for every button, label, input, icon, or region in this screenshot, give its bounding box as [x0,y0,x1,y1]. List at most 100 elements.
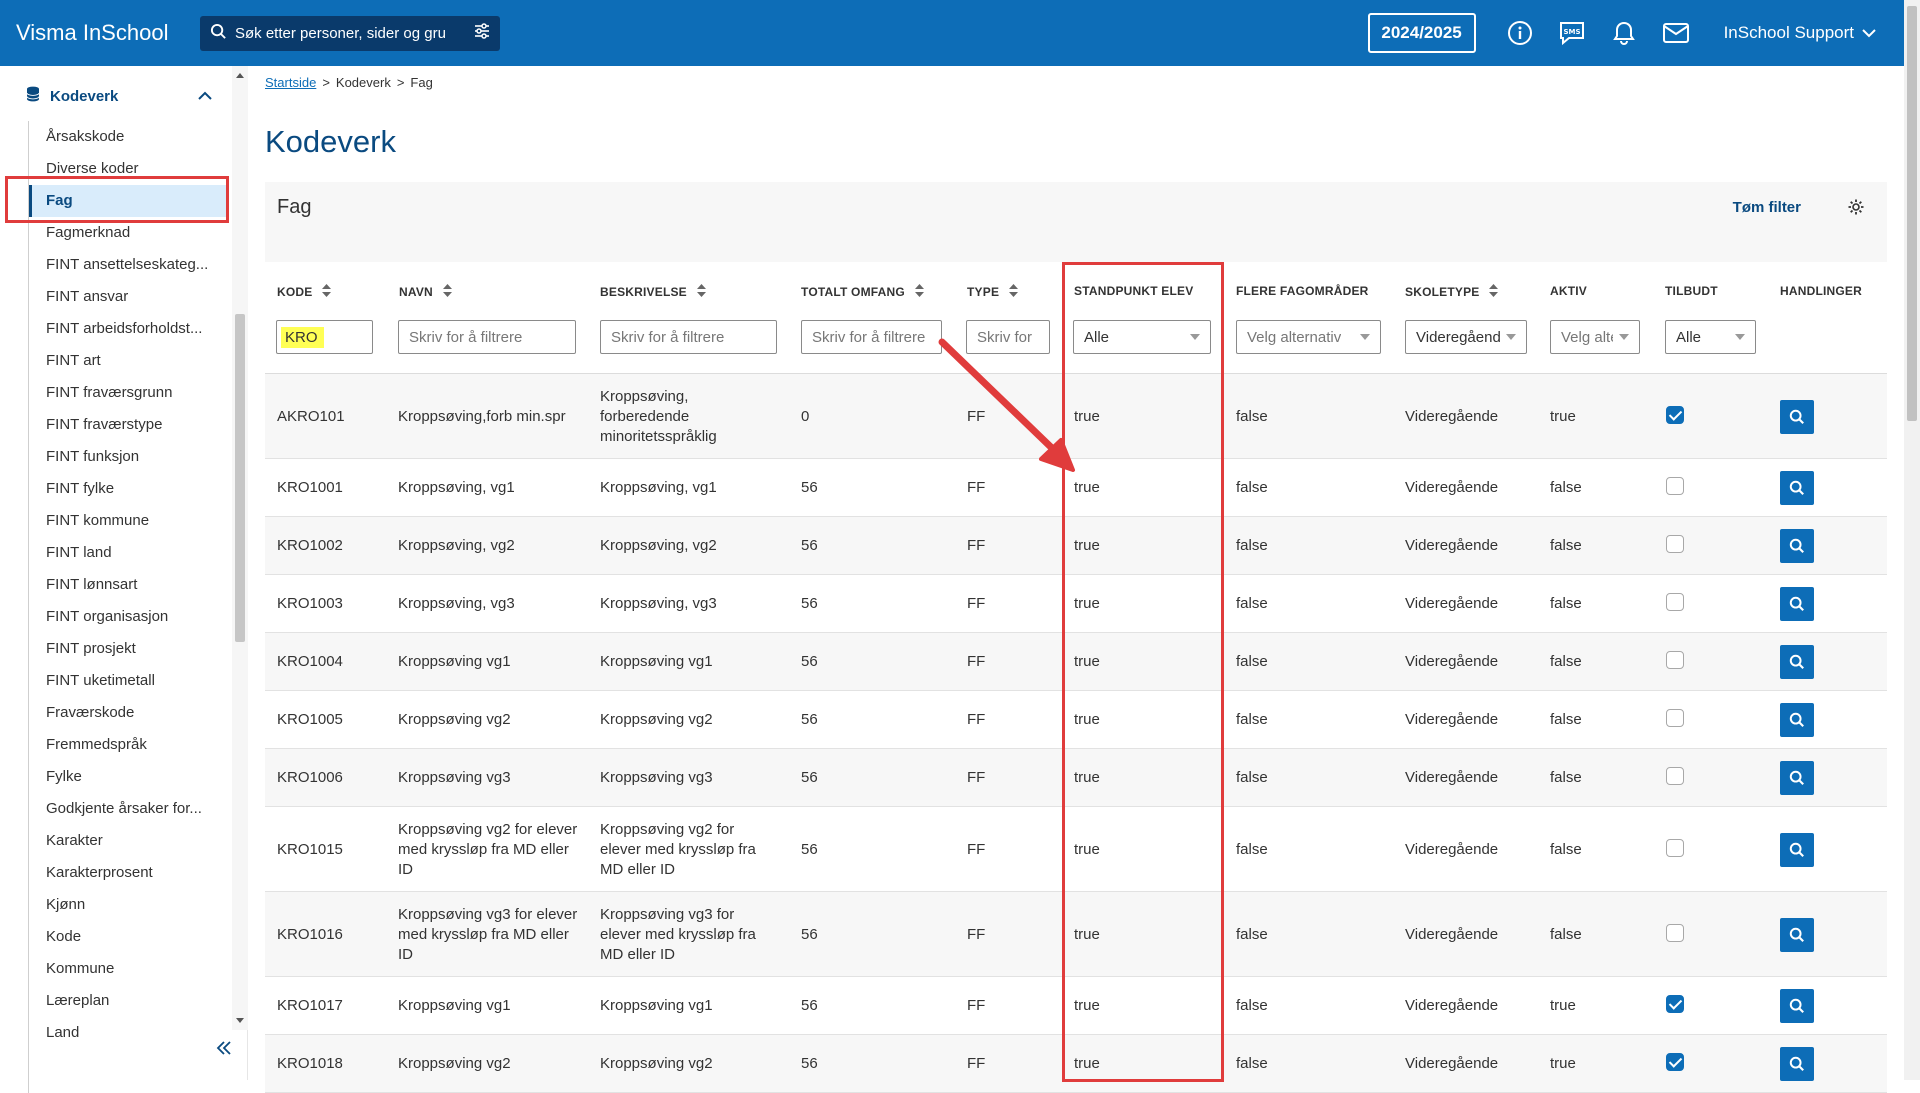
column-header-skoletype[interactable]: SKOLETYPE [1405,284,1499,300]
tilbudt-checkbox[interactable] [1666,651,1684,669]
sidebar-item[interactable]: Diverse koder [29,153,226,185]
sidebar-item[interactable]: Årsakskode [29,121,226,153]
view-details-button[interactable] [1780,703,1814,737]
view-details-button[interactable] [1780,400,1814,434]
gear-icon[interactable] [1847,198,1865,221]
sidebar-item[interactable]: FINT arbeidsforholdst... [29,313,226,345]
search-input[interactable]: Søk etter personer, sider og gru [235,25,474,42]
bell-icon[interactable] [1598,0,1650,66]
breadcrumb-kodeverk[interactable]: Kodeverk [336,75,391,90]
cell-skoletype: Videregående [1405,595,1499,612]
sidebar-item[interactable]: Karakterprosent [29,857,226,889]
sidebar-item[interactable]: Kommune [29,953,226,985]
sidebar-item[interactable]: Karakter [29,825,226,857]
sort-icon[interactable] [442,284,452,300]
column-header-omfang[interactable]: TOTALT OMFANG [801,284,924,300]
omfang-filter-input[interactable]: Skriv for å filtrere [801,320,942,354]
tilbudt-checkbox[interactable] [1666,924,1684,942]
sort-icon[interactable] [696,284,706,300]
tilbudt-filter-select[interactable]: Alle [1665,320,1756,354]
info-icon[interactable] [1494,0,1546,66]
tilbudt-checkbox[interactable] [1666,477,1684,495]
sidebar-item[interactable]: Fag [29,185,226,217]
mail-icon[interactable] [1650,0,1702,66]
page-scrollbar-thumb[interactable] [1907,6,1917,421]
sidebar-item[interactable]: FINT kommune [29,505,226,537]
view-details-button[interactable] [1780,1047,1814,1081]
sidebar-item[interactable]: Godkjente årsaker for... [29,793,226,825]
view-details-button[interactable] [1780,529,1814,563]
column-header-type[interactable]: TYPE [967,284,1019,300]
view-details-button[interactable] [1780,918,1814,952]
sidebar-item[interactable]: Fylke [29,761,226,793]
user-menu[interactable]: InSchool Support [1724,23,1876,43]
breadcrumb-home[interactable]: Startside [265,75,316,90]
school-year-button[interactable]: 2024/2025 [1367,13,1476,53]
sidebar-item[interactable]: FINT prosjekt [29,633,226,665]
tilbudt-checkbox[interactable] [1666,709,1684,727]
sort-icon[interactable] [1009,284,1019,300]
clear-filter-link[interactable]: Tøm filter [1733,199,1801,216]
column-header-kode[interactable]: KODE [277,284,332,300]
tilbudt-checkbox[interactable] [1666,995,1684,1013]
collapse-sidebar-icon[interactable] [212,1036,236,1060]
cell-flere: false [1236,997,1268,1014]
tilbudt-checkbox[interactable] [1666,1053,1684,1071]
sidebar-item[interactable]: Fremmedspråk [29,729,226,761]
beskrivelse-filter-input[interactable]: Skriv for å filtrere [600,320,777,354]
sidebar-item[interactable]: Fraværskode [29,697,226,729]
type-filter-input[interactable]: Skriv for [966,320,1050,354]
sidebar-item[interactable]: Fagmerknad [29,217,226,249]
sidebar-item[interactable]: FINT fraværsgrunn [29,377,226,409]
cell-beskrivelse: Kroppsøving, forberedende minoritetssprå… [600,388,717,445]
tilbudt-checkbox[interactable] [1666,767,1684,785]
sidebar-item[interactable]: FINT uketimetall [29,665,226,697]
view-details-button[interactable] [1780,645,1814,679]
tilbudt-checkbox[interactable] [1666,535,1684,553]
sort-icon[interactable] [914,284,924,300]
sidebar-item[interactable]: Land [29,1017,226,1049]
aktiv-filter-select[interactable]: Velg alternativ [1550,320,1640,354]
sidebar-item[interactable]: Læreplan [29,985,226,1017]
sms-icon[interactable]: SMS [1546,0,1598,66]
breadcrumb-separator: > [396,75,405,90]
sidebar-item[interactable]: FINT organisasjon [29,601,226,633]
sidebar-item[interactable]: FINT funksjon [29,441,226,473]
chevron-up-icon[interactable] [198,88,212,105]
sidebar-scrollbar[interactable] [232,66,248,1030]
tilbudt-checkbox[interactable] [1666,406,1684,424]
sidebar-item[interactable]: FINT ansvar [29,281,226,313]
filter-settings-icon[interactable] [474,23,490,43]
sidebar-item[interactable]: FINT lønnsart [29,569,226,601]
view-details-button[interactable] [1780,833,1814,867]
sidebar-item[interactable]: Kjønn [29,889,226,921]
sidebar-scrollbar-thumb[interactable] [235,314,245,642]
tilbudt-checkbox[interactable] [1666,839,1684,857]
sidebar-section-header[interactable]: Kodeverk [26,82,212,110]
column-header-navn[interactable]: NAVN [399,284,452,300]
standpunkt-filter-select[interactable]: Alle [1073,320,1211,354]
cell-navn: Kroppsøving, vg1 [398,479,515,496]
sidebar-item[interactable]: FINT fylke [29,473,226,505]
sort-icon[interactable] [1489,284,1499,300]
view-details-button[interactable] [1780,471,1814,505]
page-scrollbar[interactable] [1904,0,1920,1080]
skoletype-filter-select[interactable]: Videregående [1405,320,1527,354]
column-header-beskrivelse[interactable]: BESKRIVELSE [600,284,706,300]
navn-filter-input[interactable]: Skriv for å filtrere [398,320,576,354]
view-details-button[interactable] [1780,989,1814,1023]
sidebar-item[interactable]: FINT fraværstype [29,409,226,441]
sidebar-item[interactable]: Kode [29,921,226,953]
sort-icon[interactable] [322,284,332,300]
dropdown-caret-icon [1506,334,1516,340]
view-details-button[interactable] [1780,587,1814,621]
sidebar-item[interactable]: FINT art [29,345,226,377]
flere-filter-select[interactable]: Velg alternativ [1236,320,1381,354]
sidebar-item[interactable]: FINT ansettelseskateg... [29,249,226,281]
view-details-button[interactable] [1780,761,1814,795]
sidebar-item[interactable]: FINT land [29,537,226,569]
app-logo[interactable]: Visma InSchool [16,20,186,46]
tilbudt-checkbox[interactable] [1666,593,1684,611]
kode-filter-input[interactable]: KRO [276,320,373,354]
global-search[interactable]: Søk etter personer, sider og gru [200,15,500,51]
